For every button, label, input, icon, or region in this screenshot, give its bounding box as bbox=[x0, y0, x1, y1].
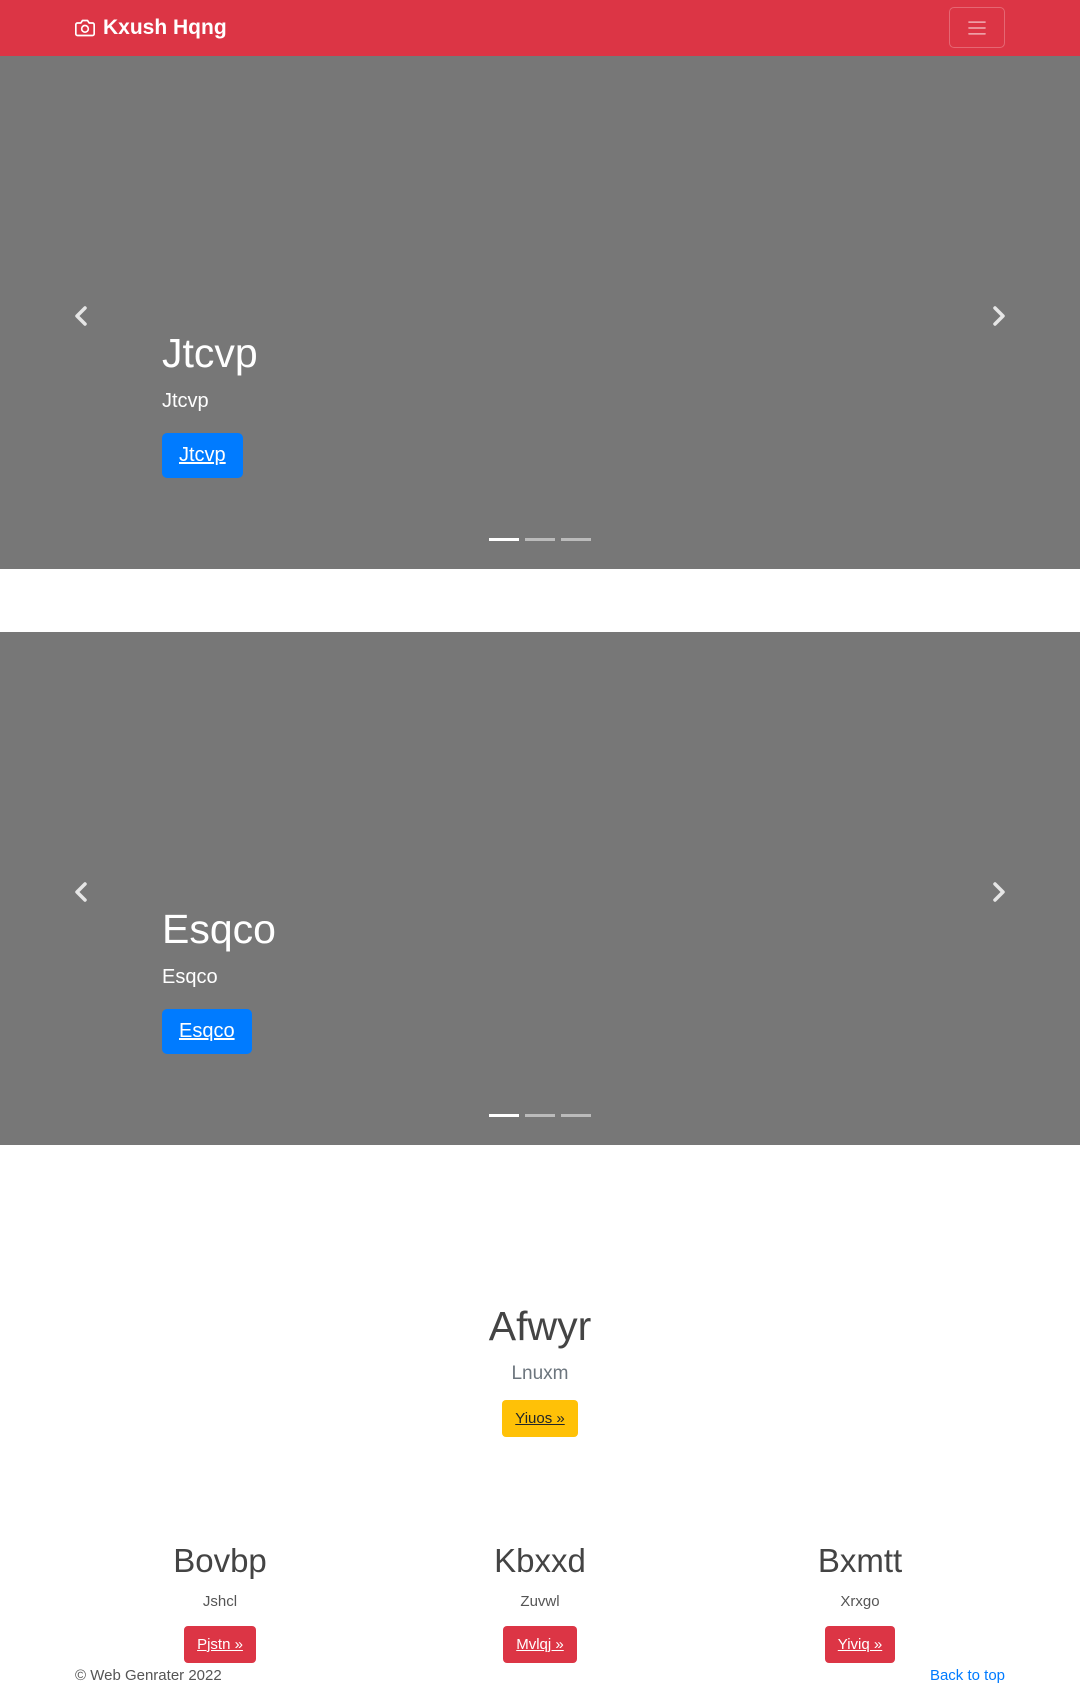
carousel-cta-button[interactable]: Jtcvp bbox=[162, 433, 243, 479]
carousel-next-button[interactable] bbox=[979, 296, 1019, 336]
carousel-caption: Esqco Esqco Esqco bbox=[162, 905, 276, 1055]
carousel-indicators bbox=[0, 1114, 1080, 1117]
carousel-prev-button[interactable] bbox=[61, 872, 101, 912]
jumbotron-button[interactable]: Yiuos » bbox=[502, 1400, 578, 1438]
navbar: Kxush Hqng bbox=[0, 0, 1080, 56]
camera-icon bbox=[75, 19, 95, 37]
carousel-indicator[interactable] bbox=[525, 538, 555, 541]
carousel-cta-button[interactable]: Esqco bbox=[162, 1009, 252, 1055]
chevron-left-icon bbox=[75, 306, 87, 326]
carousel-text: Jtcvp bbox=[162, 390, 209, 413]
carousel-prev-button[interactable] bbox=[61, 296, 101, 336]
navbar-toggler-button[interactable] bbox=[949, 7, 1005, 48]
feature-heading: Bxmtt bbox=[817, 1542, 903, 1579]
jumbotron: Afwyr Lnuxm Yiuos » bbox=[0, 1302, 1080, 1438]
carousel-title: Jtcvp bbox=[162, 330, 258, 376]
chevron-left-icon bbox=[75, 882, 87, 902]
carousel-indicator[interactable] bbox=[561, 1114, 591, 1117]
carousel-indicators bbox=[0, 538, 1080, 541]
carousel-indicator[interactable] bbox=[525, 1114, 555, 1117]
carousel-indicator[interactable] bbox=[561, 538, 591, 541]
carousel-text: Esqco bbox=[162, 966, 218, 989]
carousel-title: Esqco bbox=[162, 906, 276, 952]
brand-name: Kxush Hqng bbox=[103, 16, 227, 39]
jumbotron-lead: Lnuxm bbox=[511, 1363, 569, 1385]
feature-text: Xrxgo bbox=[840, 1592, 880, 1610]
copyright-text: © Web Genrater 2022 bbox=[75, 1667, 222, 1684]
feature-button[interactable]: Mvlqj » bbox=[503, 1625, 577, 1663]
hero-carousel-1: Jtcvp Jtcvp Jtcvp bbox=[0, 56, 1080, 569]
carousel-indicator[interactable] bbox=[489, 538, 519, 541]
chevron-right-icon bbox=[993, 882, 1005, 902]
feature-heading: Bovbp bbox=[173, 1542, 267, 1579]
jumbotron-heading: Afwyr bbox=[488, 1303, 592, 1349]
feature-button[interactable]: Pjstn » bbox=[184, 1625, 256, 1663]
feature-text: Zuvwl bbox=[520, 1592, 560, 1610]
feature-column: Bovbp Jshcl Pjstn » bbox=[60, 1541, 380, 1663]
feature-button[interactable]: Yiviq » bbox=[824, 1625, 896, 1663]
feature-text: Jshcl bbox=[202, 1592, 238, 1610]
feature-column: Kbxxd Zuvwl Mvlqj » bbox=[380, 1541, 700, 1663]
brand-link[interactable]: Kxush Hqng bbox=[75, 0, 227, 56]
carousel-next-button[interactable] bbox=[979, 872, 1019, 912]
carousel-caption: Jtcvp Jtcvp Jtcvp bbox=[162, 329, 258, 479]
carousel-indicator[interactable] bbox=[489, 1114, 519, 1117]
chevron-right-icon bbox=[993, 306, 1005, 326]
hero-carousel-2: Esqco Esqco Esqco bbox=[0, 632, 1080, 1145]
feature-column: Bxmtt Xrxgo Yiviq » bbox=[700, 1541, 1020, 1663]
feature-heading: Kbxxd bbox=[494, 1542, 586, 1579]
hamburger-menu-icon bbox=[968, 20, 986, 35]
footer: © Web Genrater 2022 Back to top bbox=[0, 1662, 1080, 1688]
back-to-top-link[interactable]: Back to top bbox=[930, 1667, 1005, 1684]
